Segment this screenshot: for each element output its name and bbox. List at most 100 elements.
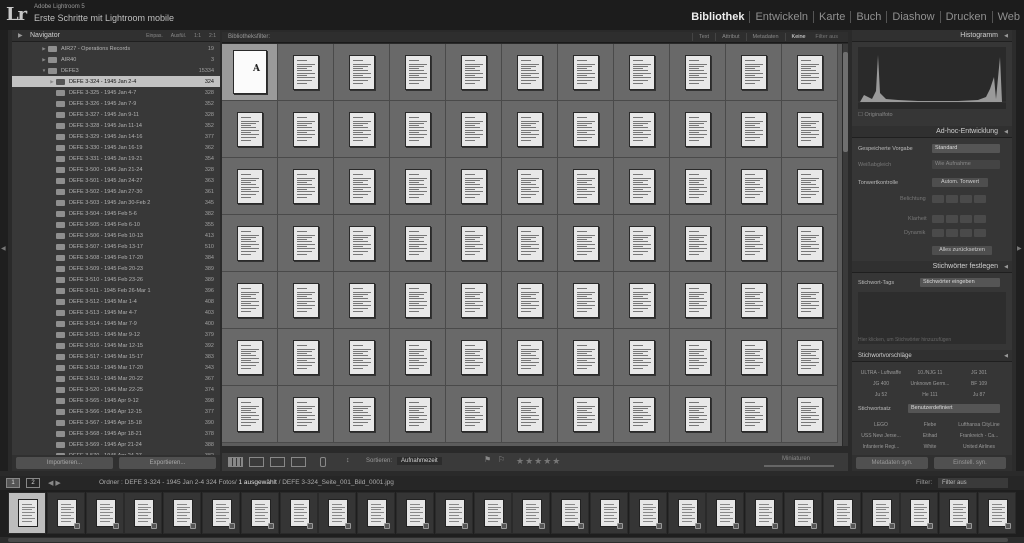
photo-cell[interactable] xyxy=(278,215,334,272)
folder-row[interactable]: DEFE 3-510 - 1945 Feb 23-26 389 xyxy=(12,274,220,285)
keyword-set-dropdown[interactable]: Benutzerdefiniert xyxy=(908,404,1000,413)
photo-cell[interactable] xyxy=(726,386,782,443)
right-panel-scrollbar[interactable] xyxy=(1012,30,1016,471)
photo-cell[interactable] xyxy=(390,101,446,158)
photo-cell[interactable] xyxy=(278,386,334,443)
photo-cell[interactable] xyxy=(222,329,278,386)
module-web[interactable]: Web xyxy=(993,11,1020,23)
folder-row[interactable]: DEFE 3-513 - 1945 Mar 4-7 403 xyxy=(12,307,220,318)
saved-preset-dropdown[interactable]: Standard xyxy=(932,144,1000,153)
navigator-header[interactable]: ▶ Navigator Einpas. Ausfül. 1:1 2:1 xyxy=(12,30,220,42)
keyword-set-item[interactable]: Flebe xyxy=(907,422,953,428)
photo-cell[interactable] xyxy=(334,158,390,215)
sort-direction-icon[interactable]: ↕ xyxy=(346,457,358,467)
photo-cell[interactable] xyxy=(726,329,782,386)
sync-metadata-button[interactable]: Metadaten syn. xyxy=(856,457,928,469)
clarity-increase-more[interactable] xyxy=(974,215,986,223)
filmstrip-thumbnail[interactable] xyxy=(551,492,590,534)
folder-row[interactable]: DEFE 3-330 - 1945 Jan 16-19 362 xyxy=(12,142,220,153)
photo-cell[interactable] xyxy=(334,272,390,329)
filter-tab-metadaten[interactable]: Metadaten xyxy=(745,33,785,41)
photo-cell[interactable] xyxy=(390,272,446,329)
folder-row[interactable]: DEFE 3-514 - 1945 Mar 7-9 400 xyxy=(12,318,220,329)
photo-cell[interactable] xyxy=(446,101,502,158)
right-panel-toggle-icon[interactable]: ▶ xyxy=(1017,245,1022,252)
photo-cell[interactable] xyxy=(670,386,726,443)
filmstrip-thumbnail[interactable] xyxy=(396,492,434,534)
source-path[interactable]: Ordner : DEFE 3-324 - 1945 Jan 2-4 324 F… xyxy=(99,479,394,486)
filmstrip-thumbnail[interactable] xyxy=(822,492,861,534)
photo-cell[interactable] xyxy=(558,272,614,329)
import-button[interactable]: Importieren... xyxy=(16,457,113,469)
auto-tone-button[interactable]: Autom. Tonwert xyxy=(932,178,988,187)
quick-develop-header[interactable]: Ad-hoc-Entwicklung ◀ xyxy=(852,126,1012,138)
keyword-suggestion[interactable]: JG 400 xyxy=(858,381,904,387)
keyword-suggestion[interactable]: JG 301 xyxy=(956,370,1002,376)
photo-cell[interactable] xyxy=(614,44,670,101)
photo-cell[interactable] xyxy=(782,386,838,443)
photo-cell[interactable] xyxy=(390,215,446,272)
filmstrip-thumbnail[interactable] xyxy=(85,492,124,534)
keyword-set-item[interactable]: LEGO xyxy=(858,422,904,428)
loupe-view-icon[interactable] xyxy=(249,457,264,467)
photo-cell[interactable] xyxy=(502,215,558,272)
keyword-set-item[interactable]: Etihad xyxy=(907,433,953,439)
keyword-suggestion[interactable]: Unknown Germ... xyxy=(907,381,953,387)
exposure-increase-more[interactable] xyxy=(974,195,986,203)
folder-row[interactable]: DEFE 3-515 - 1945 Mar 9-12 379 xyxy=(12,329,220,340)
collapse-icon[interactable]: ◀ xyxy=(1004,126,1008,138)
photo-cell[interactable] xyxy=(502,272,558,329)
filmstrip-thumbnail[interactable] xyxy=(900,492,939,534)
photo-cell[interactable] xyxy=(726,158,782,215)
compare-view-icon[interactable] xyxy=(270,457,285,467)
zoom-option[interactable]: 2:1 xyxy=(209,33,216,39)
module-buch[interactable]: Buch xyxy=(851,11,888,23)
photo-cell[interactable] xyxy=(670,158,726,215)
photo-cell[interactable] xyxy=(334,386,390,443)
folder-row[interactable]: DEFE 3-565 - 1945 Apr 9-12 398 xyxy=(12,395,220,406)
keyword-suggestion[interactable]: He 111 xyxy=(907,392,953,398)
photo-cell[interactable] xyxy=(390,44,446,101)
filmstrip-thumbnail[interactable] xyxy=(978,492,1016,534)
filmstrip-nav-arrows[interactable]: ◀ ▶ xyxy=(48,479,61,487)
folder-row[interactable]: DEFE 3-328 - 1945 Jan 11-14 352 xyxy=(12,120,220,131)
photo-cell[interactable] xyxy=(502,386,558,443)
clarity-decrease[interactable] xyxy=(946,215,958,223)
left-panel-toggle-icon[interactable]: ◀ xyxy=(1,245,6,252)
keyword-set-item[interactable]: White xyxy=(907,444,953,450)
folder-row[interactable]: DEFE 3-517 - 1945 Mar 15-17 383 xyxy=(12,351,220,362)
photo-cell[interactable] xyxy=(670,329,726,386)
folder-row[interactable]: DEFE 3-569 - 1945 Apr 21-24 388 xyxy=(12,439,220,450)
sort-dropdown[interactable]: Aufnahmezeit xyxy=(397,457,442,465)
reset-all-button[interactable]: Alles zurücksetzen xyxy=(932,246,992,255)
photo-cell[interactable] xyxy=(334,329,390,386)
photo-cell[interactable] xyxy=(222,215,278,272)
photo-cell[interactable] xyxy=(502,158,558,215)
photo-cell[interactable] xyxy=(502,44,558,101)
filmstrip-thumbnail[interactable] xyxy=(667,492,706,534)
photo-cell[interactable] xyxy=(446,329,502,386)
folder-row[interactable]: DEFE 3-503 - 1945 Jan 30-Feb 2 345 xyxy=(12,197,220,208)
filmstrip-scrollbar-thumb[interactable] xyxy=(8,538,1008,542)
filmstrip-thumbnail[interactable] xyxy=(46,492,85,534)
photo-cell[interactable]: A xyxy=(222,44,278,101)
photo-cell[interactable] xyxy=(670,44,726,101)
filmstrip-thumbnail[interactable] xyxy=(590,492,628,534)
original-photo-checkbox[interactable]: ☐ Originalfoto xyxy=(858,112,893,118)
folder-row[interactable]: ▶ AIR27 - Operations Records 19 xyxy=(12,43,220,54)
histogram-header[interactable]: Histogramm ◀ xyxy=(852,30,1012,42)
photo-cell[interactable] xyxy=(446,272,502,329)
photo-cell[interactable] xyxy=(390,329,446,386)
filmstrip-thumbnail[interactable] xyxy=(628,492,667,534)
photo-cell[interactable] xyxy=(782,101,838,158)
folder-row[interactable]: DEFE 3-501 - 1945 Jan 24-27 363 xyxy=(12,175,220,186)
photo-cell[interactable] xyxy=(446,44,502,101)
filmstrip-thumbnail[interactable] xyxy=(357,492,396,534)
photo-cell[interactable] xyxy=(502,329,558,386)
photo-cell[interactable] xyxy=(334,215,390,272)
folder-row[interactable]: DEFE 3-511 - 1945 Feb 26-Mar 1 396 xyxy=(12,285,220,296)
filter-presets[interactable]: Filter aus xyxy=(815,34,838,40)
star-rating[interactable]: ★★★★★ xyxy=(516,456,561,467)
keyword-set-item[interactable]: Infanterie Regi... xyxy=(858,444,904,450)
keyword-set-item[interactable]: USS New Jerse... xyxy=(858,433,904,439)
